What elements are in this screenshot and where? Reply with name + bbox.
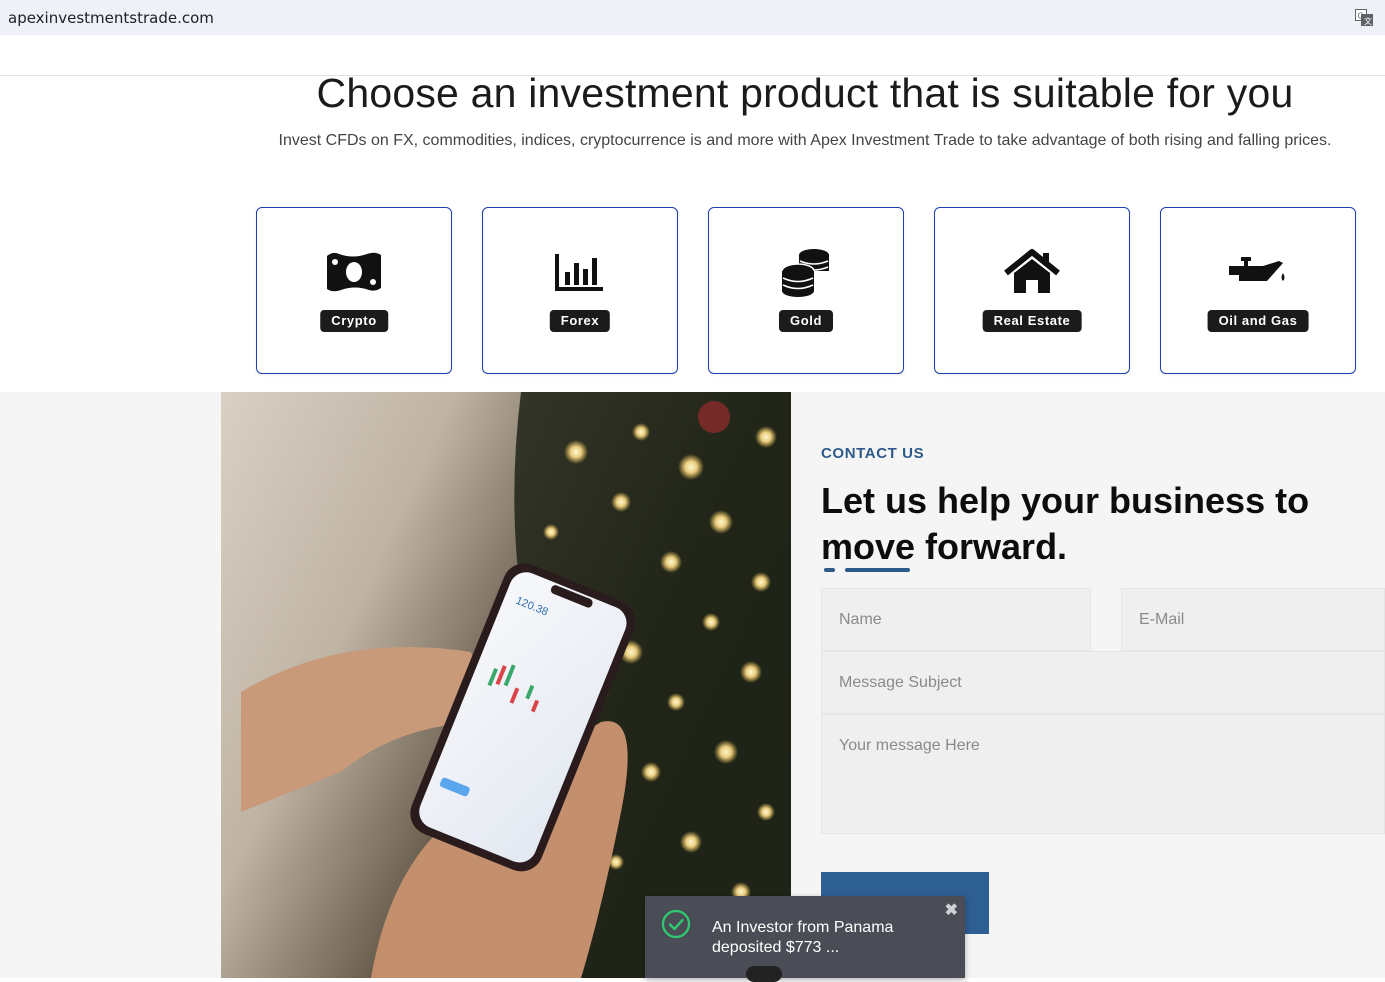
svg-text:文: 文 [1364,16,1372,26]
close-icon[interactable]: ✖ [945,900,958,920]
product-card-oil-and-gas[interactable]: Oil and Gas [1160,207,1356,374]
product-card-forex[interactable]: Forex [482,207,678,374]
page-subtitle: Invest CFDs on FX, commodities, indices,… [278,132,1332,149]
subject-field[interactable] [821,651,1385,714]
address-url[interactable]: apexinvestmentstrade.com [8,9,214,27]
product-label: Gold [778,310,834,332]
product-card-real-estate[interactable]: Real Estate [934,207,1130,374]
phone-trading-photo: 120.38 [221,392,791,978]
product-label: Forex [549,310,611,332]
contact-heading: Let us help your business to move forwar… [821,480,1310,567]
product-card-gold[interactable]: Gold [708,207,904,374]
bar-chart-icon [548,246,612,298]
browser-address-bar: apexinvestmentstrade.com G 文 [0,0,1385,35]
product-label: Crypto [320,310,388,332]
heading-underline-bar [845,568,910,572]
money-bill-icon [322,246,386,298]
page-title: Choose an investment product that is sui… [316,70,1294,116]
product-card-crypto[interactable]: Crypto [256,207,452,374]
svg-text:G: G [1358,12,1364,21]
product-label: Real Estate [982,310,1082,332]
email-field[interactable] [1121,588,1385,651]
house-icon [1000,246,1064,298]
notification-handle [746,966,782,982]
check-circle-icon [661,909,691,939]
contact-kicker: CONTACT US [821,445,925,462]
message-field[interactable] [821,714,1385,834]
coins-icon [774,246,838,298]
notification-message: An Investor from Panama deposited $773 .… [712,919,894,956]
product-label: Oil and Gas [1207,310,1309,332]
name-field[interactable] [821,588,1091,651]
oil-can-icon [1226,246,1290,298]
deposit-notification: An Investor from Panama deposited $773 .… [645,896,965,982]
translate-icon[interactable]: G 文 [1355,9,1373,26]
heading-underline-dot [824,568,835,572]
